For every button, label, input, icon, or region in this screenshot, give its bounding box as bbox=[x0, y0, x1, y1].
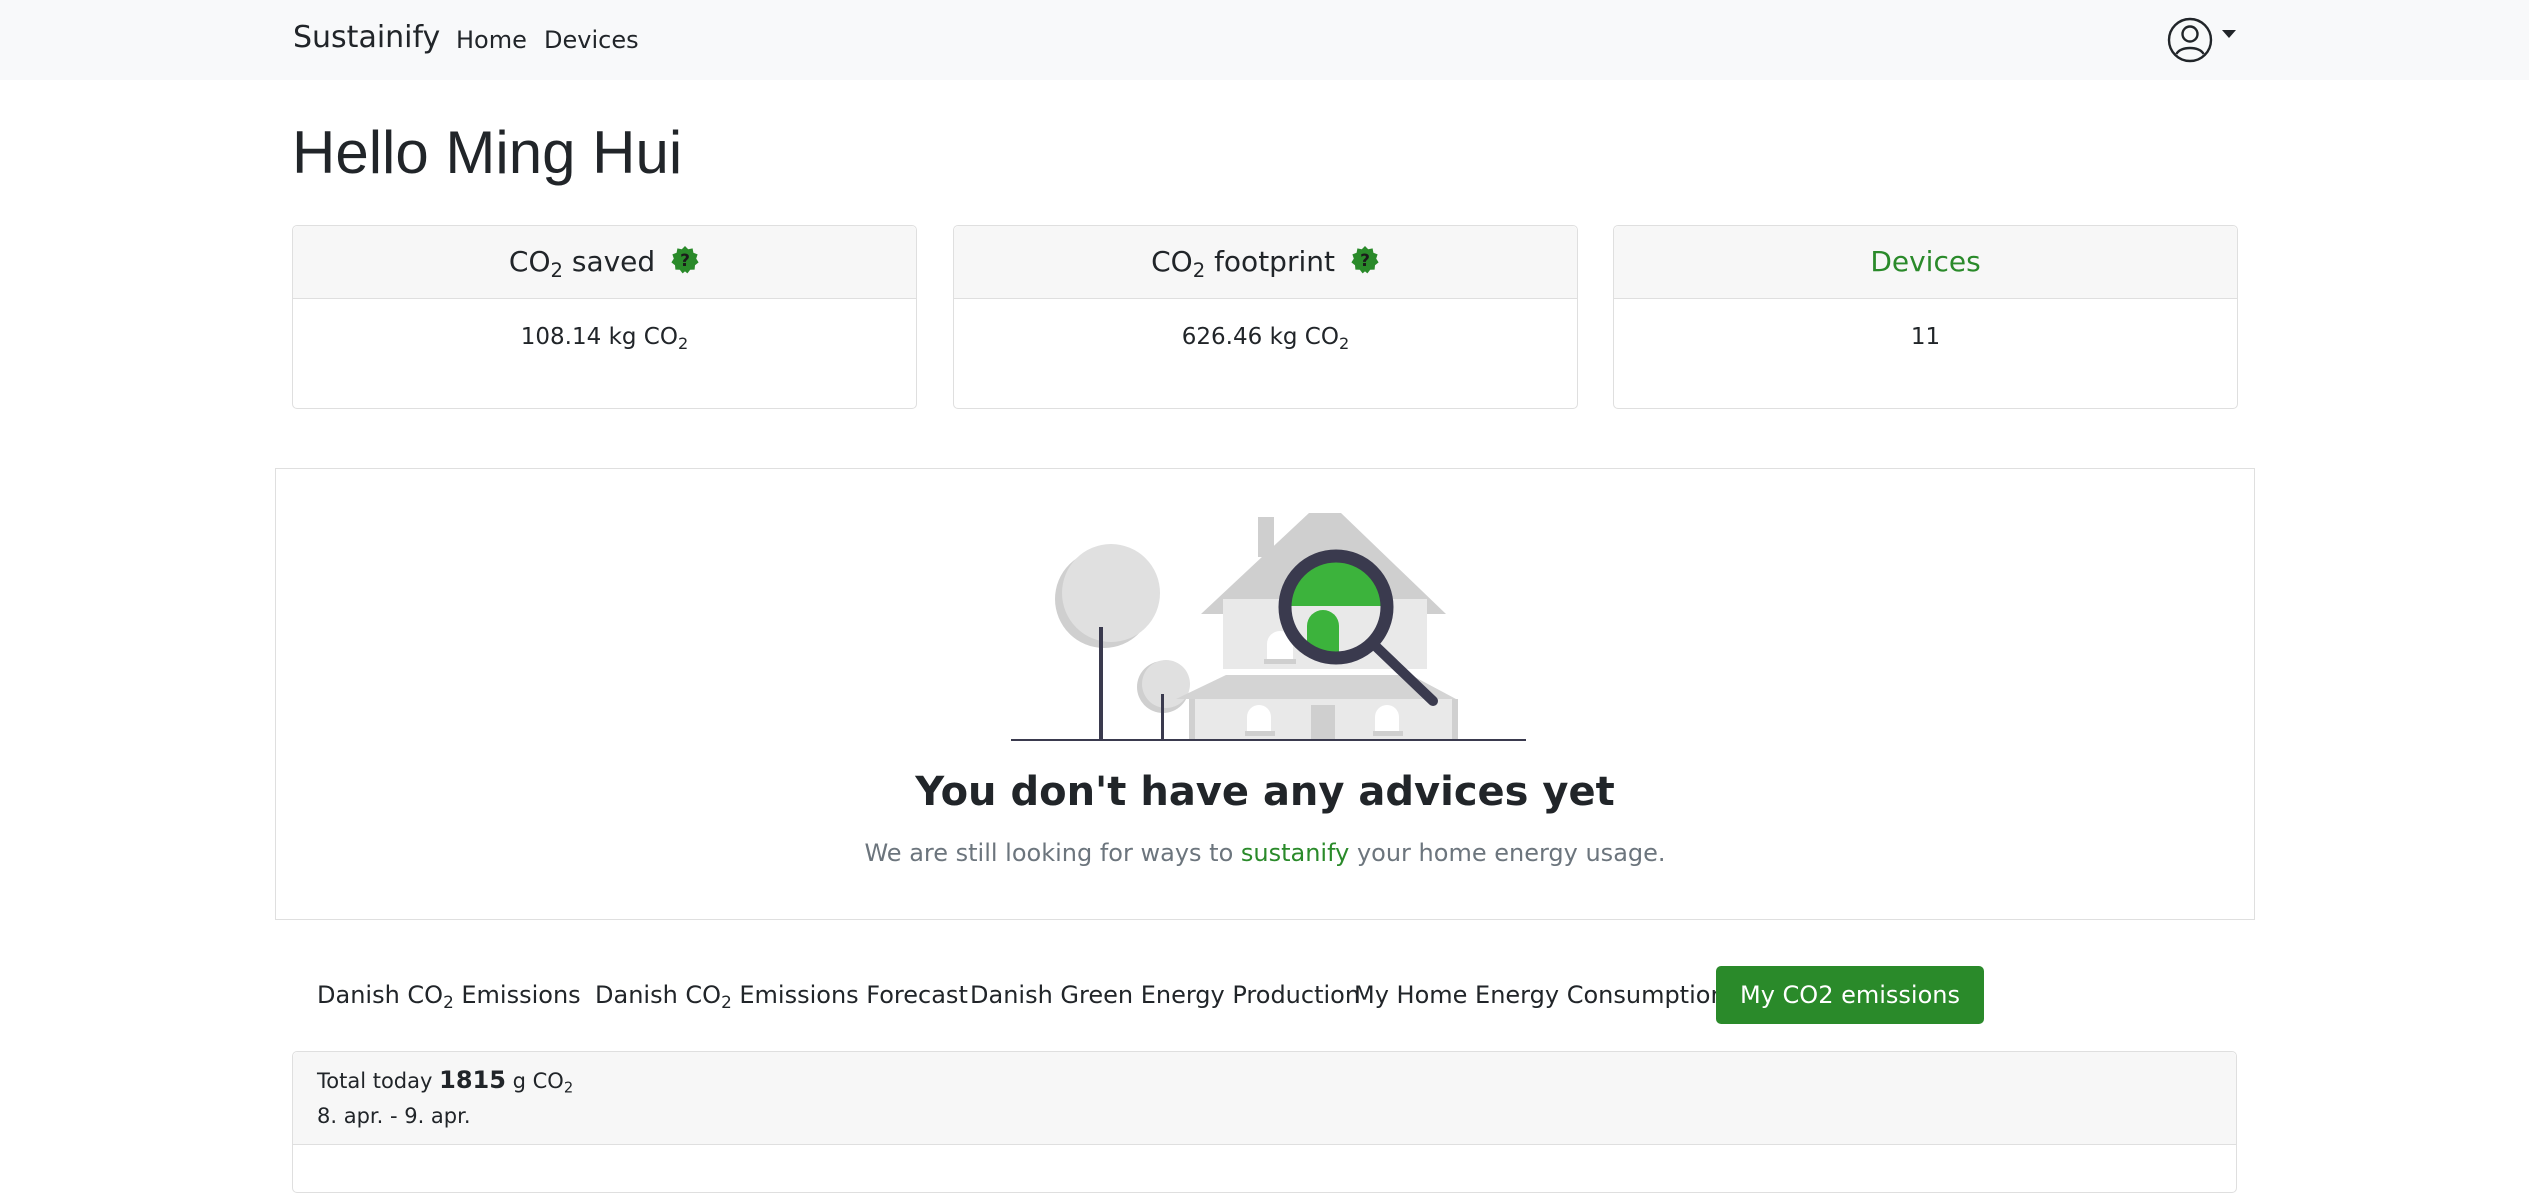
co2-footprint-value: 626.46 kg CO2 bbox=[1181, 324, 1350, 353]
total-today-value: 1815 bbox=[439, 1066, 506, 1094]
total-today: Total today 1815 g CO2 bbox=[317, 1066, 574, 1097]
tab-danish-co2-emissions-forecast[interactable]: Danish CO2 Emissions Forecast bbox=[571, 966, 992, 1024]
tab-my-co2-emissions[interactable]: My CO2 emissions bbox=[1716, 966, 1984, 1024]
devices-card: Devices 11 bbox=[1613, 225, 2238, 409]
advice-panel: You don't have any advices yet We are st… bbox=[275, 468, 2255, 920]
help-icon[interactable]: ? bbox=[670, 245, 700, 275]
navbar: Sustainify Home Devices bbox=[0, 0, 2529, 80]
user-avatar-icon bbox=[2167, 17, 2213, 63]
advice-empty-title: You don't have any advices yet bbox=[915, 769, 1615, 815]
tab-danish-green-energy-production[interactable]: Danish Green Energy Production bbox=[946, 966, 1384, 1024]
tab-my-home-energy-consumption[interactable]: My Home Energy Consumption bbox=[1330, 966, 1750, 1024]
devices-count: 11 bbox=[1910, 324, 1941, 350]
page-title: Hello Ming Hui bbox=[292, 119, 683, 186]
chevron-down-icon bbox=[2222, 30, 2236, 38]
co2-saved-card-header: CO2 saved ? bbox=[293, 226, 916, 299]
sustanify-link[interactable]: sustanify bbox=[1241, 839, 1349, 867]
nav-link-devices[interactable]: Devices bbox=[544, 26, 639, 54]
svg-text:?: ? bbox=[680, 251, 690, 271]
devices-card-link[interactable]: Devices bbox=[1870, 245, 1980, 278]
tab-danish-co2-emissions[interactable]: Danish CO2 Emissions bbox=[293, 966, 605, 1024]
emissions-panel-header: Total today 1815 g CO2 8. apr. - 9. apr. bbox=[293, 1052, 2236, 1145]
card-title: CO2 saved bbox=[508, 245, 656, 282]
co2-saved-card: CO2 saved ? 108.14 kg CO2 bbox=[292, 225, 917, 409]
svg-text:?: ? bbox=[1360, 251, 1370, 271]
house-search-illustration bbox=[1011, 513, 1526, 741]
devices-card-header: Devices bbox=[1614, 226, 2237, 299]
brand-logo[interactable]: Sustainify bbox=[293, 20, 440, 55]
help-icon[interactable]: ? bbox=[1350, 245, 1380, 275]
co2-saved-value: 108.14 kg CO2 bbox=[520, 324, 689, 353]
co2-footprint-card-header: CO2 footprint ? bbox=[954, 226, 1577, 299]
nav-link-home[interactable]: Home bbox=[456, 26, 527, 54]
date-range: 8. apr. - 9. apr. bbox=[317, 1104, 471, 1128]
co2-footprint-card: CO2 footprint ? 626.46 kg CO2 bbox=[953, 225, 1578, 409]
user-menu-dropdown[interactable] bbox=[2166, 16, 2236, 64]
card-title: CO2 footprint bbox=[1151, 245, 1335, 282]
advice-empty-subtitle: We are still looking for ways to sustani… bbox=[864, 839, 1666, 867]
emissions-panel: Total today 1815 g CO2 8. apr. - 9. apr. bbox=[292, 1051, 2237, 1193]
